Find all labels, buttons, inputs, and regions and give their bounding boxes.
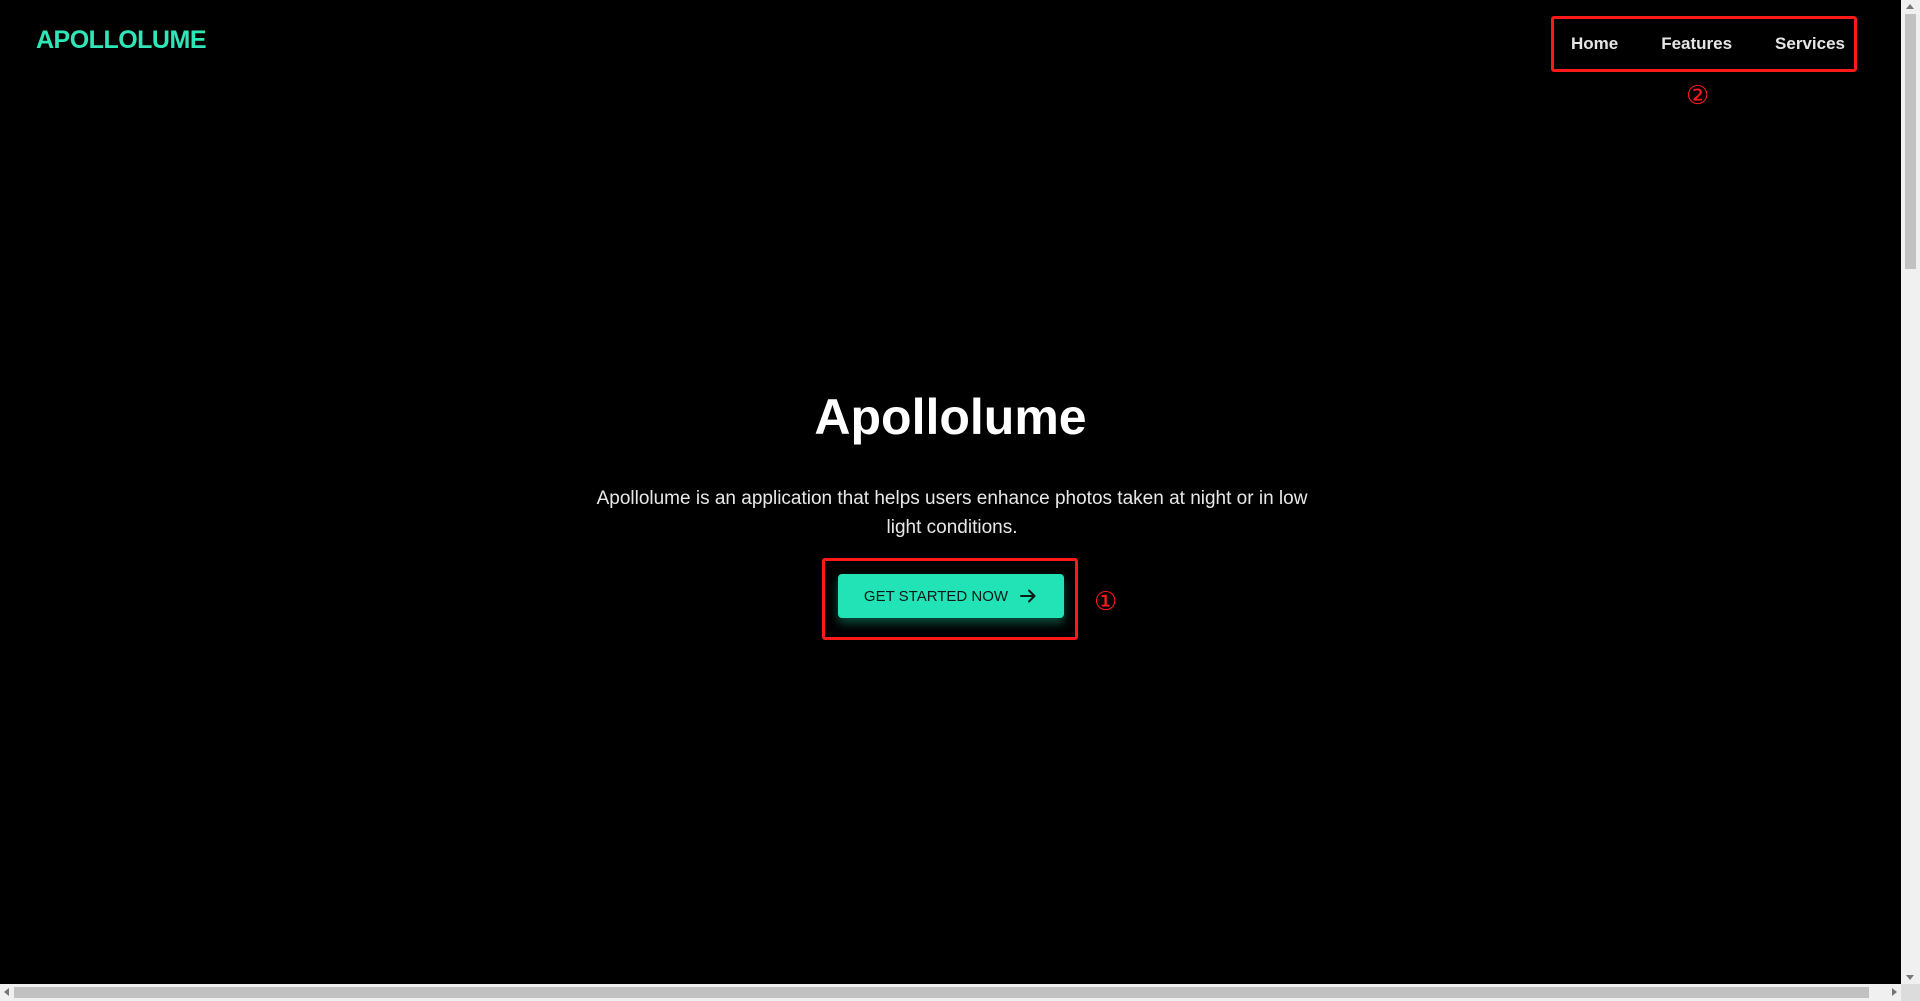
main-nav: Home Features Services (1551, 16, 1857, 72)
horizontal-scroll-thumb[interactable] (14, 987, 1869, 998)
vertical-scroll-thumb[interactable] (1905, 14, 1916, 269)
hero-description: Apollolume is an application that helps … (596, 488, 1308, 538)
scroll-down-icon[interactable] (1906, 975, 1914, 980)
get-started-label: GET STARTED NOW (863, 587, 1009, 605)
vertical-scrollbar[interactable] (1901, 0, 1920, 984)
scroll-up-icon[interactable] (1906, 4, 1914, 9)
annotation-marker-1: ① (1094, 586, 1118, 616)
scroll-right-icon[interactable] (1892, 988, 1897, 996)
get-started-button[interactable]: GET STARTED NOW (838, 574, 1064, 618)
page: APOLLOLUME Home Features Services ② Apol… (0, 0, 1901, 984)
nav-features-link[interactable]: Features (1661, 34, 1732, 54)
scroll-left-icon[interactable] (4, 988, 9, 996)
horizontal-scrollbar[interactable] (0, 984, 1901, 1001)
arrow-right-icon (1018, 586, 1038, 606)
nav-services-link[interactable]: Services (1775, 34, 1845, 54)
hero-title: Apollolume (814, 389, 1087, 445)
scrollbar-corner (1901, 984, 1920, 1001)
nav-home-link[interactable]: Home (1571, 34, 1618, 54)
logo[interactable]: APOLLOLUME (36, 26, 207, 55)
annotation-marker-2: ② (1686, 80, 1710, 110)
cta-container: GET STARTED NOW (822, 558, 1078, 640)
